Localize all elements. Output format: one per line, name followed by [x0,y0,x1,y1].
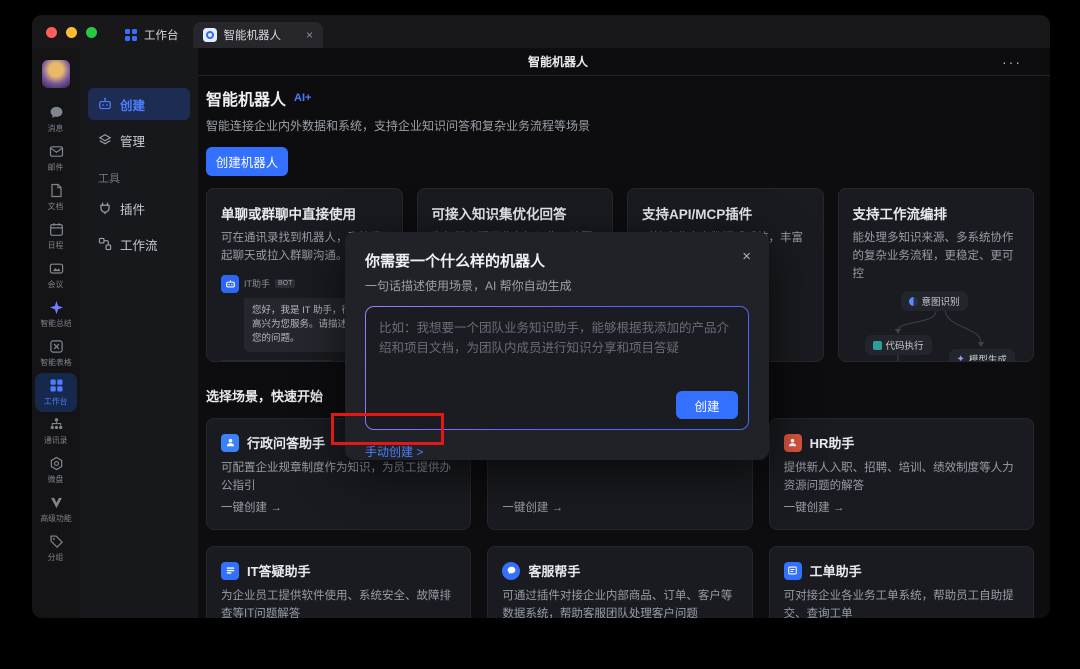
rail-item-smart-table[interactable]: 智能表格 [35,334,77,373]
docs-icon [49,183,64,198]
it-assistant-icon [221,562,239,580]
scenario-card-ticket[interactable]: 工单助手 可对接企业各业务工单系统，帮助员工自助提交、查询工单 一键创建 → [769,546,1034,618]
screen: 工作台 智能机器人 × 消息 邮件 [0,0,1080,669]
rail-item-advanced[interactable]: 高级功能 [35,490,77,529]
robot-description-input[interactable] [366,307,748,387]
rail-item-ai-summary[interactable]: 智能总结 [35,295,77,334]
left-rail: 消息 邮件 文档 日程 会议 [32,48,80,618]
bot-name: IT助手 [244,277,270,290]
scenario-card-it[interactable]: IT答疑助手 为企业员工提供软件使用、系统安全、故障排查等IT问题解答 一键创建… [206,546,471,618]
workflow-node-intent: 意图识别 [901,291,968,311]
smart-table-icon [49,339,64,354]
drive-icon [49,456,64,471]
sidebar-section-tools: 工具 [88,160,190,192]
more-options-icon[interactable]: ··· [1002,54,1022,70]
workflow-preview: 意图识别 代码执行 ✦ 模型生成 [853,291,1020,362]
tab-smart-robot-label: 智能机器人 [224,27,282,43]
workflow-node-model: ✦ 模型生成 [949,349,1015,362]
feature-card-workflow: 支持工作流编排 能处理多知识来源、多系统协作的复杂业务流程，更稳定、更可控 [838,188,1035,362]
rail-item-messages[interactable]: 消息 [35,100,77,139]
scenario-card-service[interactable]: 客服帮手 可通过插件对接企业内部商品、订单、客户等数据系统，帮助客服团队处理客户… [487,546,752,618]
create-robot-modal: × 你需要一个什么样的机器人 一句话描述使用场景，AI 帮你自动生成 创建 手动… [345,232,769,460]
hr-assistant-icon [784,434,802,452]
rail-item-workbench[interactable]: 工作台 [35,373,77,412]
avatar[interactable] [42,60,70,88]
create-robot-button[interactable]: 创建机器人 [206,147,288,176]
rail-item-drive[interactable]: 微盘 [35,451,77,490]
manual-create-link[interactable]: 手动创建 > [365,443,423,460]
close-window-button[interactable] [46,27,57,38]
page-header: 智能机器人 ··· [198,48,1050,76]
ai-summary-sparkle-icon [49,300,64,315]
quick-create-link[interactable]: 一键创建 → [221,499,456,515]
description-input-wrapper: 创建 [365,306,749,430]
workflow-node-code: 代码执行 [865,335,932,355]
admin-assistant-icon [221,434,239,452]
window-controls [32,27,111,48]
robot-heading: 智能机器人 [206,86,286,110]
tab-smart-robot[interactable]: 智能机器人 × [193,22,324,48]
modal-subtitle: 一句话描述使用场景，AI 帮你自动生成 [365,277,749,294]
advanced-features-icon [49,495,64,510]
plugin-icon [98,201,112,215]
modal-title: 你需要一个什么样的机器人 [365,250,749,271]
ai-plus-badge: AI+ [294,92,311,104]
tab-workbench[interactable]: 工作台 [111,22,193,48]
skeleton-bar [221,360,333,362]
rail-item-calendar[interactable]: 日程 [35,217,77,256]
contacts-icon [49,417,64,432]
workbench-icon [49,378,64,393]
mail-icon [49,144,64,159]
sidebar-item-workflow[interactable]: 工作流 [88,228,190,260]
maximize-window-button[interactable] [86,27,97,38]
group-tag-icon [49,534,64,549]
workbench-grid-icon [125,29,137,41]
robot-create-icon [98,97,112,111]
message-icon [49,105,64,120]
code-exec-icon [873,341,882,350]
meeting-icon [49,261,64,276]
manage-layers-icon [98,133,112,147]
quick-create-link[interactable]: 一键创建 → [784,499,1019,515]
tab-workbench-label: 工作台 [144,27,179,43]
robot-sidebar: 创建 管理 工具 插件 工作流 [80,48,198,618]
model-gen-icon: ✦ [957,354,965,362]
intent-icon [909,297,918,306]
robot-subtitle: 智能连接企业内外数据和系统，支持企业知识问答和复杂业务流程等场景 [206,117,1034,134]
modal-create-button[interactable]: 创建 [676,391,738,419]
page-title: 智能机器人 [528,53,588,70]
bot-avatar-icon [221,275,239,293]
bot-badge: BOT [275,279,295,288]
robot-app-icon [203,28,217,42]
rail-item-mail[interactable]: 邮件 [35,139,77,178]
sidebar-item-manage[interactable]: 管理 [88,124,190,156]
workflow-icon [98,237,112,251]
scenario-card-hr[interactable]: HR助手 提供新人入职、招聘、培训、绩效制度等人力资源问题的解答 一键创建 → [769,418,1034,530]
minimize-window-button[interactable] [66,27,77,38]
quick-create-link[interactable]: 一键创建 → [502,499,737,515]
titlebar: 工作台 智能机器人 × [32,15,1050,48]
sidebar-item-plugin[interactable]: 插件 [88,192,190,224]
rail-item-groups[interactable]: 分组 [35,529,77,568]
customer-service-icon [502,562,520,580]
ticket-assistant-icon [784,562,802,580]
rail-item-docs[interactable]: 文档 [35,178,77,217]
close-icon[interactable]: × [742,248,751,265]
sidebar-item-create[interactable]: 创建 [88,88,190,120]
rail-item-contacts[interactable]: 通讯录 [35,412,77,451]
rail-item-meeting[interactable]: 会议 [35,256,77,295]
tab-close-icon[interactable]: × [288,28,313,42]
calendar-icon [49,222,64,237]
